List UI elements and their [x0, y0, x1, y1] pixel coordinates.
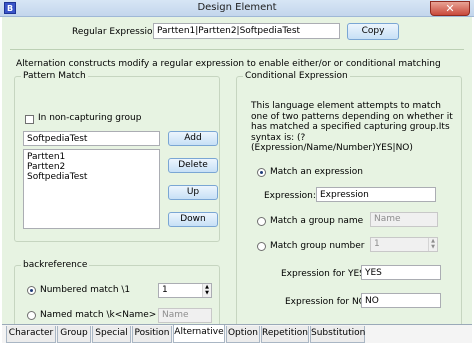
tab-group[interactable]: Group: [57, 326, 91, 343]
match-group-number-radio[interactable]: [257, 242, 266, 251]
list-item[interactable]: SoftpediaTest: [27, 172, 156, 182]
conditional-expression-title: Conditional Expression: [243, 71, 350, 81]
match-group-name-label: Match a group name: [270, 216, 364, 226]
numbered-match-stepper[interactable]: 1 ▲ ▼: [158, 283, 212, 298]
match-expression-radio[interactable]: [257, 168, 266, 177]
spinner-arrows-icon[interactable]: ▲ ▼: [428, 238, 437, 251]
named-match-label: Named match \k<Name>: [40, 310, 157, 320]
backreference-title: backreference: [21, 260, 90, 270]
group-number-value: 1: [374, 239, 380, 249]
window-title: Design Element: [197, 2, 277, 13]
named-match-input[interactable]: Name: [158, 308, 212, 323]
pattern-match-title: Pattern Match: [21, 71, 88, 81]
list-item[interactable]: Partten2: [27, 162, 156, 172]
group-name-input[interactable]: Name: [370, 212, 438, 227]
match-group-name-radio[interactable]: [257, 217, 266, 226]
spinner-arrows-icon[interactable]: ▲ ▼: [202, 284, 211, 297]
up-button[interactable]: Up: [168, 185, 218, 200]
copy-button[interactable]: Copy: [347, 23, 399, 40]
divider: [10, 49, 464, 50]
no-expression-label: Expression for NO:: [285, 297, 369, 307]
expression-label: Expression:: [264, 191, 316, 201]
alternation-description: Alternation constructs modify a regular …: [16, 59, 441, 69]
tab-option[interactable]: Option: [226, 326, 260, 343]
non-capturing-label: In non-capturing group: [38, 113, 142, 123]
no-expression-input[interactable]: [361, 293, 441, 308]
pattern-match-group: Pattern Match In non-capturing group Par…: [14, 71, 220, 242]
non-capturing-checkbox[interactable]: [25, 115, 34, 124]
regex-label: Regular Expression:: [72, 27, 162, 37]
tab-strip: Character Group Special Position Alterna…: [2, 324, 472, 343]
tab-character[interactable]: Character: [6, 326, 56, 343]
add-button[interactable]: Add: [168, 131, 218, 146]
expression-input[interactable]: [316, 187, 436, 202]
title-bar: B Design Element ✕: [0, 0, 474, 17]
tab-special[interactable]: Special: [92, 326, 131, 343]
conditional-description: This language element attempts to match …: [251, 101, 453, 153]
down-button[interactable]: Down: [168, 212, 218, 227]
pattern-list[interactable]: Partten1 Partten2 SoftpediaTest: [23, 149, 160, 229]
named-match-radio[interactable]: [27, 311, 36, 320]
tab-substitution[interactable]: Substitution: [310, 326, 365, 343]
close-button[interactable]: ✕: [430, 1, 470, 16]
yes-expression-input[interactable]: [361, 265, 441, 280]
match-expression-label: Match an expression: [270, 167, 363, 177]
yes-expression-label: Expression for YES:: [281, 269, 368, 279]
tab-position[interactable]: Position: [132, 326, 172, 343]
regex-input[interactable]: [153, 23, 340, 39]
dialog-body: Regular Expression: Copy Alternation con…: [2, 17, 472, 343]
numbered-match-value: 1: [162, 285, 168, 295]
list-item[interactable]: Partten1: [27, 152, 156, 162]
conditional-expression-group: Conditional Expression This language ele…: [236, 71, 462, 335]
tab-alternative[interactable]: Alternative: [173, 325, 225, 343]
match-group-number-label: Match group number: [270, 241, 365, 251]
delete-button[interactable]: Delete: [168, 158, 218, 173]
numbered-match-radio[interactable]: [27, 286, 36, 295]
tab-repetition[interactable]: Repetition: [261, 326, 309, 343]
group-number-stepper[interactable]: 1 ▲ ▼: [370, 237, 438, 252]
numbered-match-label: Numbered match \1: [40, 285, 131, 295]
pattern-input[interactable]: [23, 131, 160, 146]
